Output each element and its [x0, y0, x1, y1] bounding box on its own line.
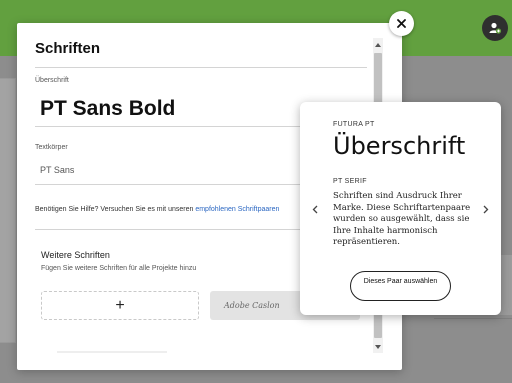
scroll-up-icon[interactable] — [374, 41, 382, 49]
user-add-icon — [489, 22, 502, 34]
previous-pair-button[interactable] — [310, 202, 320, 216]
body-field-label: Textkörper — [35, 144, 68, 151]
help-prefix: Benötigen Sie Hilfe? Versuchen Sie es mi… — [35, 206, 196, 213]
add-icon: + — [115, 296, 125, 314]
background-panel — [0, 78, 16, 343]
modal-title: Schriften — [35, 40, 101, 57]
font-pair-popover: FUTURA PT Überschrift PT SERIF Schriften… — [300, 102, 501, 315]
help-text: Benötigen Sie Hilfe? Versuchen Sie es mi… — [35, 206, 279, 213]
avatar[interactable] — [482, 15, 508, 41]
chevron-right-icon — [483, 205, 489, 213]
heading-field-label: Überschrift — [35, 77, 69, 84]
body-sample: Schriften sind Ausdruck Ihrer Marke. Die… — [333, 191, 471, 247]
more-fonts-title: Weitere Schriften — [41, 250, 110, 260]
add-font-button[interactable]: + — [41, 291, 199, 320]
close-button[interactable] — [389, 11, 414, 36]
chevron-left-icon — [312, 205, 318, 213]
title-divider — [35, 67, 367, 68]
more-fonts-subtitle: Fügen Sie weitere Schriften für alle Pro… — [41, 265, 197, 272]
body-font-name: PT SERIF — [333, 178, 367, 185]
scroll-down-icon[interactable] — [374, 343, 382, 351]
heading-font-name: FUTURA PT — [333, 121, 375, 128]
recommended-pairs-link[interactable]: empfohlenen Schriftpaaren — [195, 206, 279, 213]
next-pair-button[interactable] — [481, 202, 491, 216]
background-divider — [434, 318, 512, 319]
heading-sample: Überschrift — [333, 132, 466, 160]
body-font-select[interactable]: PT Sans — [40, 165, 74, 175]
close-icon — [397, 19, 406, 28]
select-pair-button[interactable]: Dieses Paar auswählen — [350, 271, 451, 301]
next-section-hint — [57, 351, 167, 353]
heading-font-select[interactable]: PT Sans Bold — [40, 97, 175, 121]
